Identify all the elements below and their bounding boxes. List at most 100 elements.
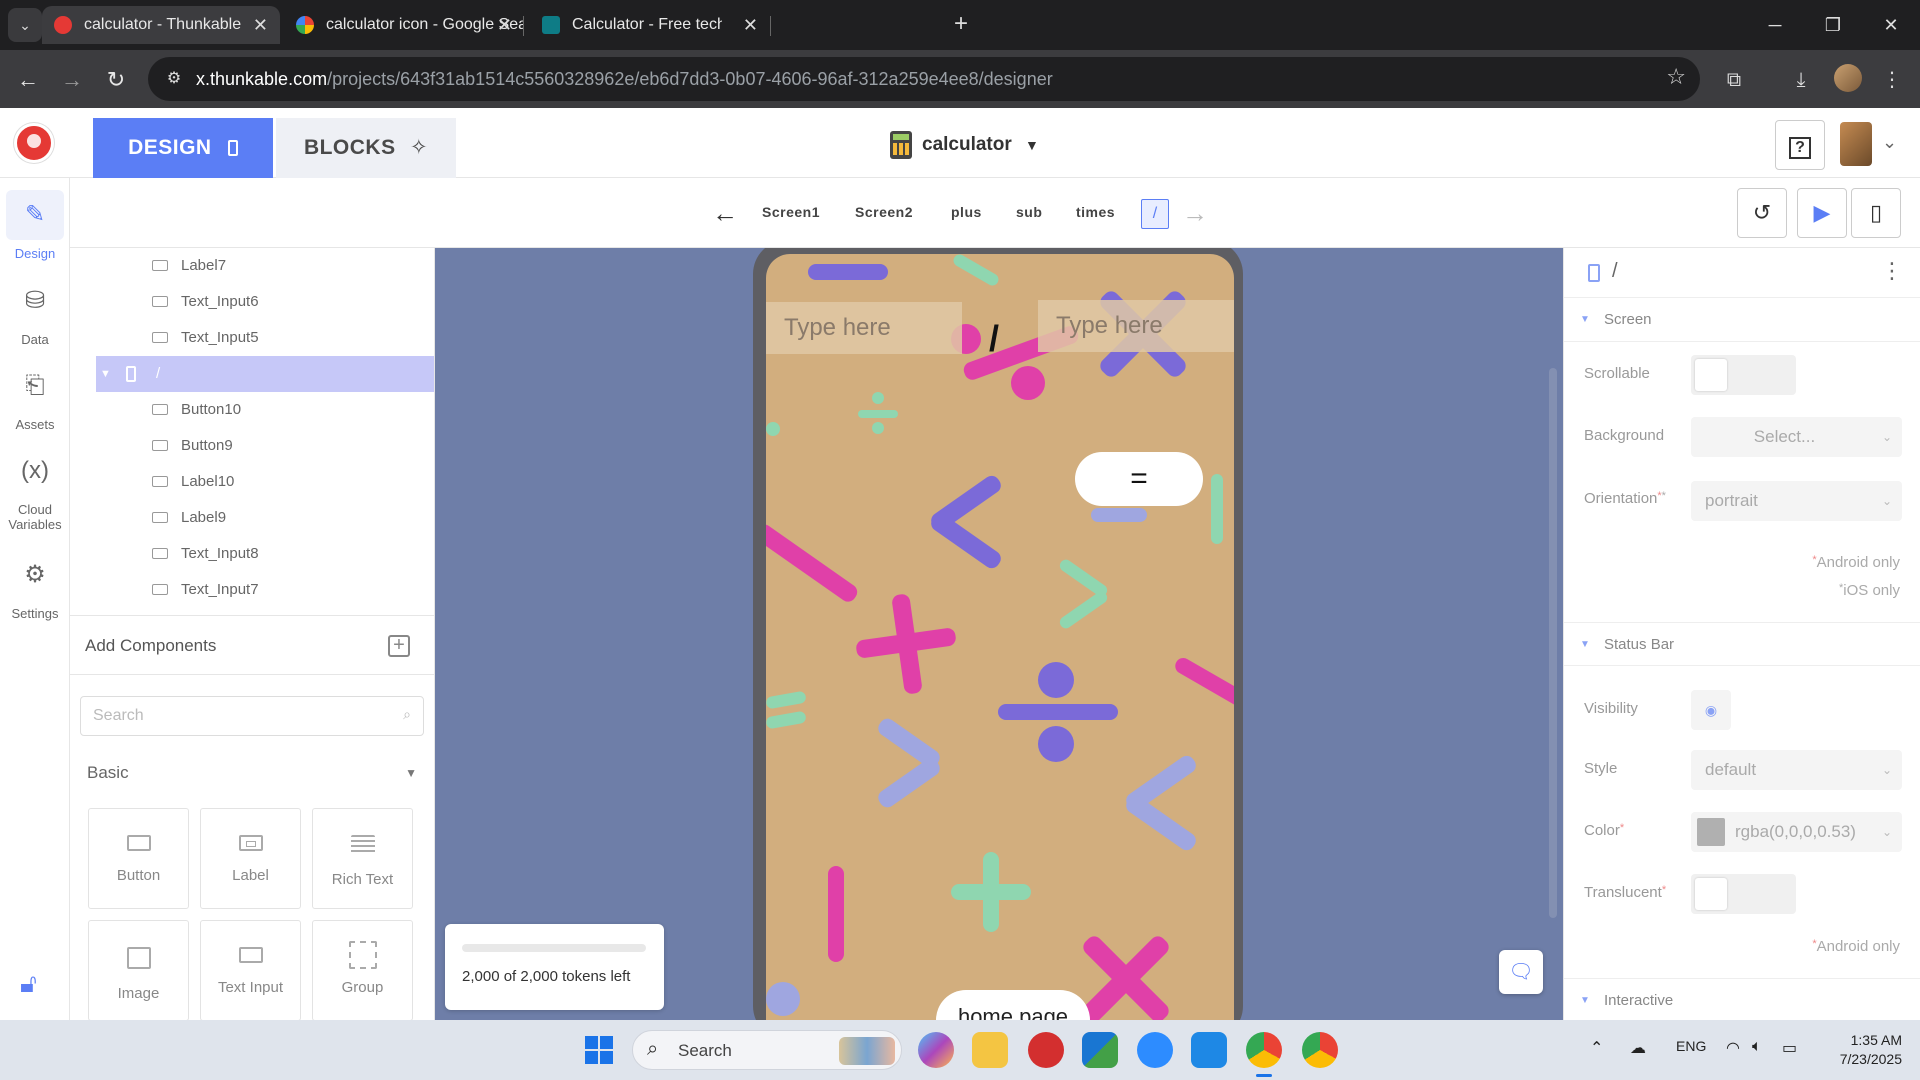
bookmark-star-icon[interactable]: ☆ bbox=[1666, 64, 1686, 90]
component-search-input[interactable] bbox=[81, 697, 371, 735]
style-select[interactable]: default ⌄ bbox=[1691, 750, 1902, 790]
rail-item-settings[interactable]: ⚙ Settings bbox=[0, 550, 70, 621]
site-info-icon[interactable]: ⚙ bbox=[160, 65, 188, 93]
restore-window-icon[interactable]: ❐ bbox=[1804, 0, 1862, 50]
scrollable-toggle[interactable] bbox=[1691, 355, 1796, 395]
back-arrow-icon[interactable]: ← bbox=[12, 64, 44, 96]
battery-icon[interactable]: ▭ bbox=[1782, 1038, 1797, 1058]
visibility-toggle[interactable]: ◉ bbox=[1691, 690, 1731, 730]
wifi-icon[interactable]: ◠ bbox=[1726, 1038, 1740, 1058]
tab-search-button[interactable]: ⌄ bbox=[8, 8, 42, 42]
browser-menu-icon[interactable]: ⋮ bbox=[1876, 64, 1908, 96]
caret-down-icon[interactable]: ▼ bbox=[100, 356, 111, 392]
forward-arrow-icon[interactable]: → bbox=[56, 64, 88, 96]
rail-item-data[interactable]: ⛁ Data bbox=[0, 276, 70, 347]
system-clock[interactable]: 1:35 AM 7/23/2025 bbox=[1822, 1031, 1902, 1069]
close-window-icon[interactable]: ✕ bbox=[1862, 0, 1920, 50]
show-hidden-icons-chevron-icon[interactable]: ⌃ bbox=[1590, 1038, 1603, 1058]
tree-item-label9[interactable]: Label9 bbox=[70, 500, 434, 536]
minimize-window-icon[interactable]: ─ bbox=[1746, 0, 1804, 50]
help-button[interactable]: ? bbox=[1775, 120, 1825, 170]
chat-button[interactable]: 🗨︎ bbox=[1499, 950, 1543, 994]
tree-item-button9[interactable]: Button9 bbox=[70, 428, 434, 464]
browser-tab-flaticon[interactable]: Calculator - Free technology icons ✕ bbox=[530, 6, 770, 44]
volume-icon[interactable]: 🔈︎ bbox=[1752, 1038, 1762, 1056]
close-tab-icon[interactable]: ✕ bbox=[743, 6, 758, 44]
blocks-mode-tab[interactable]: BLOCKS ✧ bbox=[276, 118, 456, 178]
tree-item-label7[interactable]: Label7 bbox=[70, 248, 434, 284]
text-input-first-number[interactable]: Type here bbox=[766, 302, 962, 354]
next-screen-arrow-icon[interactable]: → bbox=[1182, 198, 1208, 229]
section-status-bar[interactable]: ▼ Status Bar bbox=[1564, 622, 1920, 666]
web-preview-button[interactable]: ▶ bbox=[1797, 188, 1847, 238]
microsoft-store-icon[interactable] bbox=[1082, 1032, 1118, 1068]
download-icon[interactable]: ⤓ bbox=[1785, 64, 1817, 96]
rail-item-assets[interactable]: ⎗ Assets bbox=[0, 361, 70, 432]
component-tile-group[interactable]: Group bbox=[312, 920, 413, 1020]
zoom-icon[interactable] bbox=[1137, 1032, 1173, 1068]
thunkable-logo[interactable] bbox=[14, 123, 54, 163]
previous-screen-arrow-icon[interactable]: ← bbox=[712, 198, 738, 229]
screen-tab-divide[interactable]: / bbox=[1141, 199, 1169, 229]
taskbar-search[interactable]: ⌕ Search bbox=[632, 1030, 902, 1070]
chrome-profile-icon[interactable] bbox=[1302, 1032, 1338, 1068]
screen-tab-plus[interactable]: plus bbox=[951, 204, 982, 220]
tree-item-text-input8[interactable]: Text_Input8 bbox=[70, 536, 434, 572]
chrome-icon[interactable] bbox=[1246, 1032, 1282, 1068]
extensions-icon[interactable]: ⧉ bbox=[1718, 64, 1750, 96]
design-mode-tab[interactable]: DESIGN bbox=[93, 118, 273, 178]
component-tile-label[interactable]: Label bbox=[200, 808, 301, 909]
browser-profile-avatar[interactable] bbox=[1834, 64, 1862, 92]
screen-tab-times[interactable]: times bbox=[1076, 204, 1115, 220]
tree-item-screen-divide[interactable]: ▼ / bbox=[96, 356, 434, 392]
component-tile-image[interactable]: Image bbox=[88, 920, 189, 1020]
live-test-button[interactable]: ▯ bbox=[1851, 188, 1901, 238]
section-screen[interactable]: ▼ Screen bbox=[1564, 298, 1920, 342]
tree-item-button10[interactable]: Button10 bbox=[70, 392, 434, 428]
copilot-icon[interactable] bbox=[918, 1032, 954, 1068]
tree-item-text-input7[interactable]: Text_Input7 bbox=[70, 572, 434, 608]
new-tab-button[interactable]: + bbox=[944, 8, 978, 42]
mcafee-icon[interactable] bbox=[1028, 1032, 1064, 1068]
operator-label[interactable]: / bbox=[989, 318, 999, 360]
rail-item-design[interactable]: ✎ Design bbox=[0, 190, 70, 261]
home-page-button[interactable]: home page bbox=[936, 990, 1090, 1020]
user-avatar[interactable] bbox=[1840, 122, 1872, 166]
screen-tab-screen2[interactable]: Screen2 bbox=[855, 204, 913, 220]
windows-start-icon[interactable] bbox=[585, 1036, 613, 1064]
version-history-button[interactable]: ↺ bbox=[1737, 188, 1787, 238]
text-input-second-number[interactable]: Type here bbox=[1038, 300, 1234, 352]
rail-item-cloud-variables[interactable]: (x) Cloud Variables bbox=[0, 446, 70, 532]
project-selector[interactable]: calculator ▼ bbox=[890, 130, 1039, 160]
tree-item-label10[interactable]: Label10 bbox=[70, 464, 434, 500]
lock-icon[interactable]: 🔓︎ bbox=[20, 968, 37, 1000]
close-tab-icon[interactable]: ✕ bbox=[497, 6, 512, 44]
component-tile-rich-text[interactable]: Rich Text bbox=[312, 808, 413, 909]
file-explorer-icon[interactable] bbox=[972, 1032, 1008, 1068]
section-interactive[interactable]: ▼ Interactive bbox=[1564, 978, 1920, 1020]
browser-tab-google[interactable]: calculator icon - Google Search ✕ bbox=[284, 6, 524, 44]
more-options-icon[interactable]: ⋮ bbox=[1881, 258, 1903, 284]
reload-icon[interactable]: ↻ bbox=[100, 64, 132, 96]
omnibox[interactable]: ⚙ x.thunkable.com/projects/643f31ab1514c… bbox=[148, 57, 1700, 101]
browser-tab-thunkable[interactable]: calculator - Thunkable ✕ bbox=[42, 6, 280, 44]
tree-item-text-input6[interactable]: Text_Input6 bbox=[70, 284, 434, 320]
chevron-down-icon[interactable]: ⌄ bbox=[1882, 132, 1897, 153]
component-tile-button[interactable]: Button bbox=[88, 808, 189, 909]
canvas-scrollbar[interactable] bbox=[1549, 368, 1557, 918]
basic-category-dropdown[interactable]: Basic ▼ bbox=[87, 758, 417, 788]
language-indicator[interactable]: ENG bbox=[1676, 1038, 1706, 1054]
equals-button[interactable]: = bbox=[1075, 452, 1203, 506]
translucent-toggle[interactable] bbox=[1691, 874, 1796, 914]
background-select[interactable]: Select... ⌄ bbox=[1691, 417, 1902, 457]
component-tile-text-input[interactable]: Text Input bbox=[200, 920, 301, 1020]
screen-tab-sub[interactable]: sub bbox=[1016, 204, 1042, 220]
close-tab-icon[interactable]: ✕ bbox=[253, 6, 268, 44]
screen-tab-screen1[interactable]: Screen1 bbox=[762, 204, 820, 220]
color-picker[interactable]: rgba(0,0,0,0.53) ⌄ bbox=[1691, 812, 1902, 852]
orientation-select[interactable]: portrait ⌄ bbox=[1691, 481, 1902, 521]
onedrive-offline-icon[interactable]: ☁ bbox=[1630, 1038, 1646, 1058]
add-component-plus-icon[interactable]: + bbox=[388, 635, 410, 657]
tree-item-text-input5[interactable]: Text_Input5 bbox=[70, 320, 434, 356]
vscode-icon[interactable] bbox=[1191, 1032, 1227, 1068]
